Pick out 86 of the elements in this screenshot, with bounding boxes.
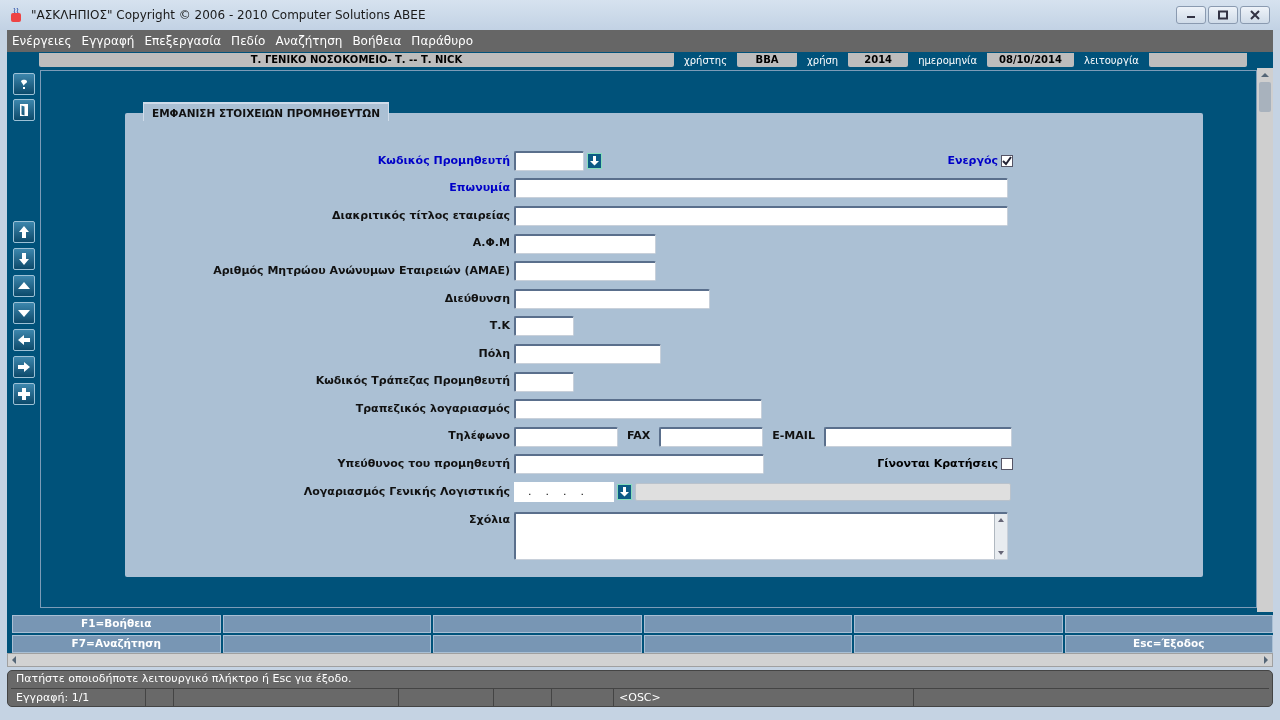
field-label: Κωδικός Τράπεζας Προμηθευτή: [314, 373, 511, 390]
header-value: BBA: [737, 53, 798, 67]
field-label: Κωδικός Προμηθευτή: [376, 152, 511, 169]
menu-item[interactable]: Επεξεργασία: [144, 32, 222, 50]
vertical-scrollbar[interactable]: [1257, 68, 1273, 612]
text-field[interactable]: [514, 343, 661, 364]
field-label: Τ.Κ: [488, 318, 511, 335]
header-value: 08/10/2014: [987, 53, 1074, 67]
header-label: λειτουργία: [1084, 53, 1139, 68]
window-title: "ΑΣΚΛΗΠΙΟΣ" Copyright © 2006 - 2010 Computer Solutions ABEE: [31, 7, 426, 24]
scroll-up-icon: [1259, 70, 1271, 80]
arrow-down-icon: [620, 486, 629, 497]
text-field[interactable]: [514, 261, 656, 282]
maximize-button[interactable]: [1208, 6, 1238, 24]
comments-field[interactable]: [514, 511, 1008, 560]
checkbox[interactable]: [1001, 154, 1013, 167]
field-label: Διακριτικός τίτλος εταιρείας: [331, 207, 511, 224]
mode-indicator: <OSC>: [614, 689, 914, 706]
field-label: Τηλέφωνο: [447, 428, 511, 445]
maximize-icon: [1217, 10, 1229, 20]
field-label: Τραπεζικός λογαριασμός: [354, 400, 511, 417]
field-label: Σχόλια: [468, 511, 511, 528]
lookup-button[interactable]: [617, 483, 632, 500]
text-field[interactable]: [514, 206, 1008, 226]
header-label: ημερομηνία: [918, 53, 977, 68]
checkbox-label: Γίνονται Κρατήσεις: [877, 456, 998, 473]
menu-item[interactable]: Ενέργειες: [12, 32, 72, 50]
function-key[interactable]: Esc=Έξοδος: [1064, 635, 1273, 653]
text-field[interactable]: [514, 178, 1008, 199]
text-field[interactable]: [514, 316, 574, 337]
door-icon[interactable]: [12, 99, 35, 121]
triangle-down-icon[interactable]: [12, 302, 35, 324]
field-label: Υπεύθυνος του προμηθευτή: [336, 456, 511, 473]
triangle-up-icon[interactable]: [12, 275, 35, 297]
scroll-thumb[interactable]: [1259, 82, 1271, 112]
function-key[interactable]: F7=Αναζήτηση: [12, 635, 221, 653]
field-label: Αριθμός Μητρώου Ανώνυμων Εταιρειών (ΑΜΑΕ): [212, 262, 511, 279]
field-label: Πόλη: [477, 345, 511, 362]
text-field[interactable]: [659, 426, 764, 447]
minimize-button[interactable]: [1176, 6, 1206, 24]
app-icon: [10, 7, 24, 23]
menu-item[interactable]: Βοήθεια: [352, 32, 402, 50]
checkbox[interactable]: [1001, 458, 1013, 471]
record-counter: Εγγραφή: 1/1: [11, 689, 146, 706]
text-field[interactable]: [514, 426, 618, 447]
plus-icon[interactable]: [12, 383, 35, 405]
function-key[interactable]: F1=Βοήθεια: [12, 615, 221, 633]
text-field[interactable]: [514, 233, 656, 254]
field-label: E-MAIL: [772, 428, 815, 445]
text-field[interactable]: [823, 426, 1012, 447]
lookup-button[interactable]: [587, 152, 602, 169]
close-icon: [1249, 10, 1261, 20]
header-label: χρήστης: [684, 53, 728, 68]
arrow-left-icon[interactable]: [12, 329, 35, 351]
close-button[interactable]: [1240, 6, 1270, 24]
scrollbar[interactable]: [994, 513, 1007, 559]
checkbox-label: Ενεργός: [947, 152, 998, 169]
menu-item[interactable]: Εγγραφή: [81, 32, 135, 50]
field-label: Λογαριασμός Γενικής Λογιστικής: [302, 483, 511, 500]
menu-item[interactable]: Αναζήτηση: [275, 32, 343, 50]
field-label: FAX: [627, 428, 651, 445]
status-message: Πατήστε οποιοδήποτε λειτουργικό πλήκτρο ή Esc για έξοδο.: [15, 671, 352, 688]
header-label: χρήση: [807, 53, 839, 68]
header-value: 2014: [848, 53, 909, 67]
code-field[interactable]: [514, 150, 584, 171]
scroll-left-icon: [10, 655, 18, 665]
scroll-right-icon: [1262, 655, 1270, 665]
field-label: Διεύθυνση: [443, 290, 511, 307]
text-field[interactable]: [514, 454, 764, 475]
field-label: Α.Φ.Μ: [471, 235, 511, 252]
menu-item[interactable]: Παράθυρο: [411, 32, 474, 50]
arrow-right-icon[interactable]: [12, 356, 35, 378]
text-field[interactable]: [514, 371, 574, 392]
account-field[interactable]: . . . .: [514, 481, 614, 502]
text-field[interactable]: [514, 399, 762, 420]
text-field[interactable]: [514, 288, 710, 309]
field-label: Επωνυμία: [448, 180, 511, 197]
organization-field: Τ. ΓΕΝΙΚΟ ΝΟΣΟΚΟΜΕΙΟ- Τ. -- Τ. ΝΙCK: [39, 53, 674, 67]
panel-title: ΕΜΦΑΝΙΣΗ ΣΤΟΙΧΕΙΩΝ ΠΡΟΜΗΘΕΥΤΩΝ: [143, 102, 389, 121]
menu-item[interactable]: Πεδίο: [231, 32, 266, 50]
arrow-down-icon[interactable]: [12, 248, 35, 270]
check-icon: [1002, 155, 1012, 166]
horizontal-scrollbar[interactable]: [7, 653, 1273, 667]
arrow-up-icon[interactable]: [12, 221, 35, 243]
arrow-down-icon: [590, 155, 599, 166]
help-icon[interactable]: [12, 73, 35, 95]
